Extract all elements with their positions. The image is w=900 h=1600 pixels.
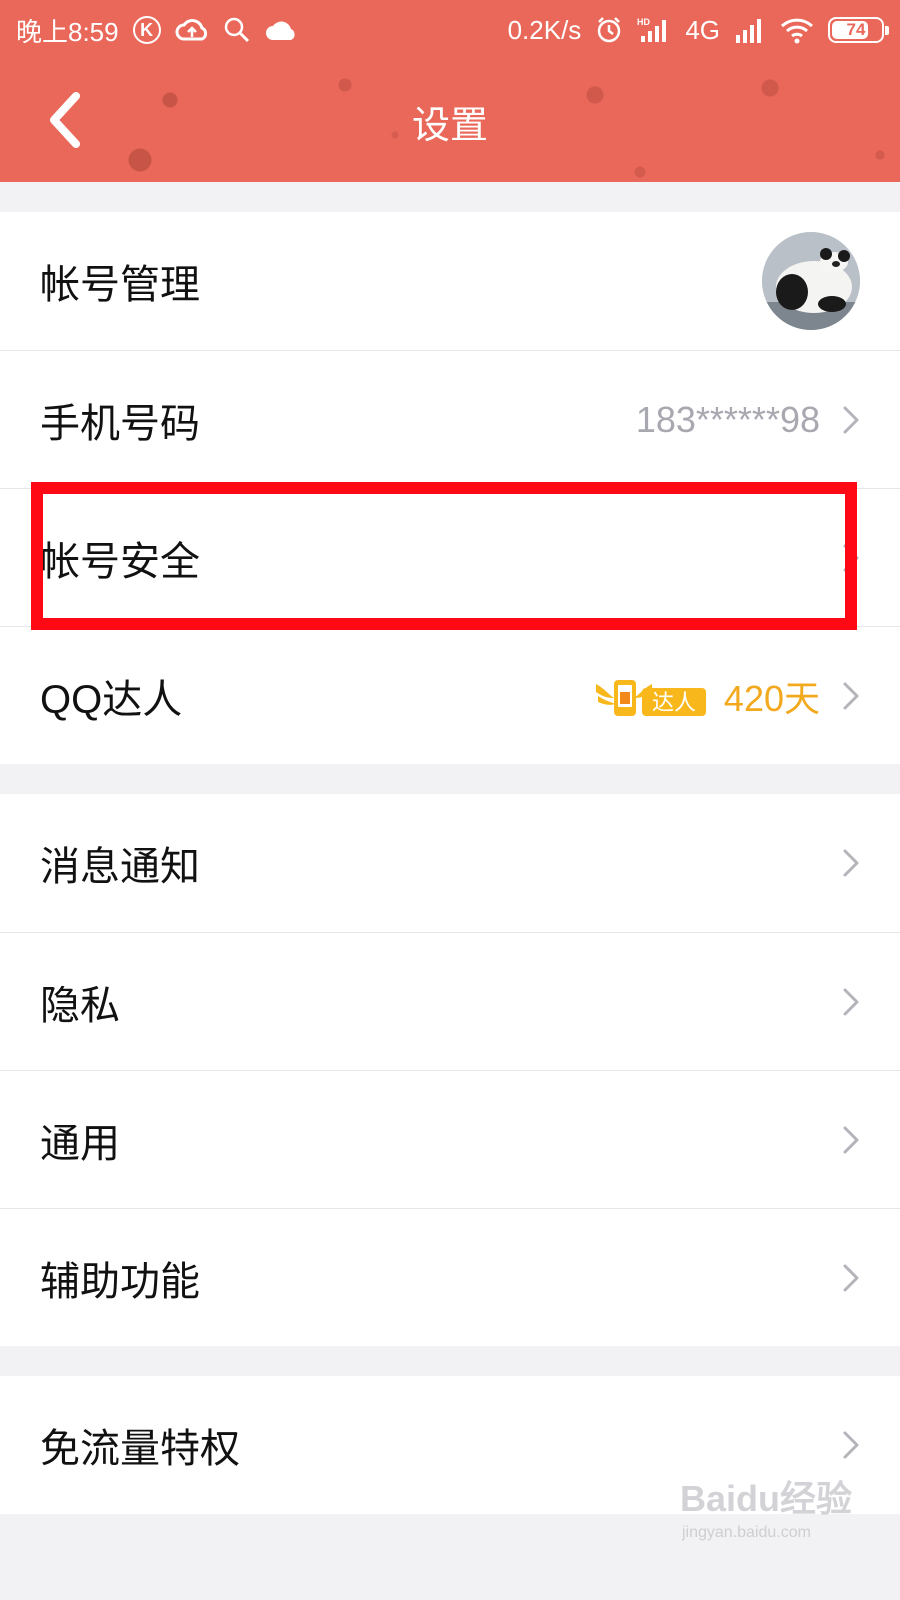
row-label: 消息通知 <box>40 844 200 890</box>
row-label: QQ达人 <box>40 677 183 722</box>
avatar[interactable] <box>762 232 860 330</box>
k-icon: K <box>132 16 161 44</box>
nav-bar: 设置 <box>0 60 900 182</box>
settings-group-account: 帐号管理 手机号码 183******98 帐号安全 QQ达人 达人 420天 <box>0 212 900 764</box>
chevron-right-icon <box>843 544 859 571</box>
net-speed: 0.2K/s <box>507 14 582 45</box>
group-spacer <box>0 182 900 212</box>
group-spacer <box>0 1346 900 1376</box>
chevron-right-icon <box>843 988 859 1015</box>
settings-group-general: 消息通知 隐私 通用 辅助功能 <box>0 794 900 1346</box>
battery-icon: 74 <box>828 17 889 43</box>
settings-row-account-management[interactable]: 帐号管理 <box>0 212 900 350</box>
network-type: 4G <box>685 14 720 45</box>
group-spacer <box>0 764 900 794</box>
clock: 晚上8:59 <box>16 16 119 47</box>
settings-list: 帐号管理 手机号码 183******98 帐号安全 QQ达人 达人 420天 … <box>0 182 900 1544</box>
svg-text:HD: HD <box>637 17 650 27</box>
settings-row-notifications[interactable]: 消息通知 <box>0 794 900 932</box>
battery-level: 74 <box>846 20 866 39</box>
chevron-right-icon <box>843 682 859 709</box>
watermark-logo: Baidu经验 <box>680 1478 853 1519</box>
watermark-url: jingyan.baidu.com <box>682 1524 811 1541</box>
status-left: 晚上8:59 K <box>16 12 299 49</box>
chevron-right-icon <box>843 1264 859 1291</box>
qq-expert-badge: 达人 <box>594 672 710 720</box>
settings-row-qq-expert[interactable]: QQ达人 达人 420天 <box>0 626 900 764</box>
chevron-right-icon <box>843 406 859 433</box>
qq-expert-days: 420天 <box>723 677 820 719</box>
chevron-left-icon <box>50 92 80 148</box>
search-icon <box>223 16 251 44</box>
settings-row-account-security[interactable]: 帐号安全 <box>0 488 900 626</box>
chevron-right-icon <box>843 1126 859 1153</box>
hd-signal-icon: HD <box>637 16 671 44</box>
status-bar: 晚上8:59 K 0.2K/s HD 4G 74 <box>0 0 900 60</box>
settings-row-general[interactable]: 通用 <box>0 1070 900 1208</box>
cloud-upload-icon <box>175 17 209 43</box>
winged-phone-icon: 达人 <box>595 679 706 716</box>
chevron-right-icon <box>843 849 859 877</box>
status-right: 0.2K/s HD 4G 74 <box>507 14 889 46</box>
row-label: 帐号安全 <box>40 538 200 585</box>
alarm-icon <box>595 16 623 44</box>
chevron-right-icon <box>843 1431 859 1459</box>
qq-expert-badge-text: 达人 <box>652 691 696 716</box>
settings-row-privacy[interactable]: 隐私 <box>0 932 900 1070</box>
row-label: 辅助功能 <box>40 1258 200 1305</box>
settings-row-accessibility[interactable]: 辅助功能 <box>0 1208 900 1346</box>
row-label: 通用 <box>40 1120 120 1167</box>
watermark: Baidu经验 jingyan.baidu.com <box>680 1470 880 1560</box>
row-label: 隐私 <box>40 982 120 1029</box>
wifi-icon <box>780 16 814 44</box>
row-label: 帐号管理 <box>40 262 200 308</box>
signal-icon <box>734 17 766 43</box>
page-title: 设置 <box>411 102 488 147</box>
row-label: 手机号码 <box>40 400 200 447</box>
cloud-icon <box>265 18 299 42</box>
row-label: 免流量特权 <box>40 1426 240 1472</box>
back-button[interactable] <box>34 88 94 152</box>
settings-row-phone-number[interactable]: 手机号码 183******98 <box>0 350 900 488</box>
phone-number-value: 183******98 <box>635 398 820 440</box>
